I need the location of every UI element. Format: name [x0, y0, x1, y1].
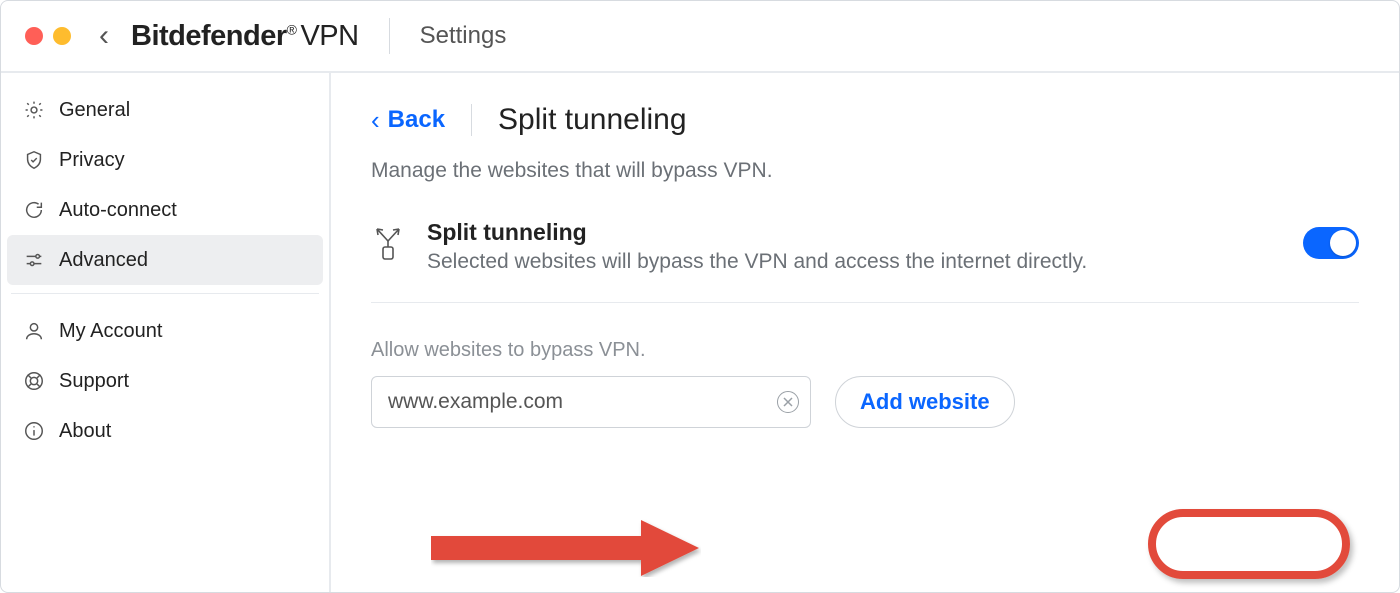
sidebar-item-privacy[interactable]: Privacy — [1, 135, 329, 185]
toggle-knob — [1330, 230, 1356, 256]
annotation-arrow — [431, 517, 701, 577]
sidebar: General Privacy Auto-connect Advanced — [1, 73, 331, 593]
sliders-icon — [23, 249, 45, 271]
feature-subtitle: Selected websites will bypass the VPN an… — [427, 250, 1281, 274]
sidebar-item-autoconnect[interactable]: Auto-connect — [1, 185, 329, 235]
clear-input-button[interactable] — [777, 391, 799, 413]
titlebar-divider — [389, 18, 390, 54]
app-brand: Bitdefender®VPN — [131, 20, 359, 53]
split-tunneling-row: Split tunneling Selected websites will b… — [371, 219, 1359, 303]
sidebar-item-label: My Account — [59, 320, 162, 343]
user-icon — [23, 320, 45, 342]
back-label: Back — [388, 106, 445, 134]
gear-icon — [23, 99, 45, 121]
sidebar-item-label: Auto-connect — [59, 199, 177, 222]
refresh-icon — [23, 199, 45, 221]
brand-suffix: VPN — [300, 20, 358, 52]
sidebar-item-label: Advanced — [59, 249, 148, 272]
sidebar-item-advanced[interactable]: Advanced — [7, 235, 323, 285]
allow-section-label: Allow websites to bypass VPN. — [371, 339, 1359, 362]
registered-mark: ® — [287, 21, 297, 37]
breadcrumb: ‹ Back Split tunneling — [371, 103, 1359, 137]
page-title: Split tunneling — [498, 103, 686, 137]
main-content: ‹ Back Split tunneling Manage the websit… — [331, 73, 1399, 593]
split-tunneling-icon — [371, 223, 405, 263]
sidebar-item-label: About — [59, 420, 111, 443]
add-website-row: Add website — [371, 376, 1359, 428]
titlebar: ‹ Bitdefender®VPN Settings — [1, 1, 1399, 73]
shield-icon — [23, 149, 45, 171]
sidebar-item-about[interactable]: About — [1, 406, 329, 456]
titlebar-back-button[interactable]: ‹ — [99, 21, 109, 51]
info-icon — [23, 420, 45, 442]
lifebuoy-icon — [23, 370, 45, 392]
titlebar-section: Settings — [420, 22, 507, 50]
breadcrumb-divider — [471, 104, 472, 136]
brand-main: Bitdefender — [131, 20, 287, 52]
close-window-button[interactable] — [25, 27, 43, 45]
page-description: Manage the websites that will bypass VPN… — [371, 159, 1359, 183]
add-website-button[interactable]: Add website — [835, 376, 1015, 428]
sidebar-item-label: Support — [59, 370, 129, 393]
annotation-highlight-ring — [1148, 509, 1350, 579]
back-button[interactable]: ‹ Back — [371, 106, 445, 134]
sidebar-item-account[interactable]: My Account — [1, 306, 329, 356]
sidebar-separator — [11, 293, 319, 294]
website-input[interactable] — [371, 376, 811, 428]
minimize-window-button[interactable] — [53, 27, 71, 45]
sidebar-item-general[interactable]: General — [1, 85, 329, 135]
sidebar-item-label: General — [59, 99, 130, 122]
window-controls — [25, 27, 71, 45]
sidebar-item-label: Privacy — [59, 149, 125, 172]
feature-title: Split tunneling — [427, 219, 1281, 246]
split-tunneling-toggle[interactable] — [1303, 227, 1359, 259]
sidebar-item-support[interactable]: Support — [1, 356, 329, 406]
chevron-left-icon: ‹ — [371, 107, 380, 133]
